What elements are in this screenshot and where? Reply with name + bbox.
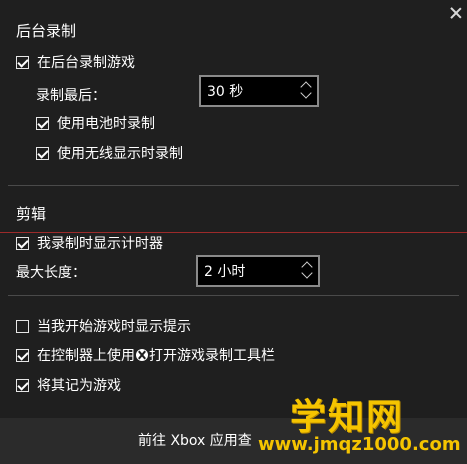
record-last-spinner[interactable]: 30 秒 xyxy=(199,75,319,107)
record-last-value: 30 秒 xyxy=(207,84,244,100)
section-title-clip: 剪辑 xyxy=(16,205,47,223)
max-length-label: 最大长度： xyxy=(16,265,86,281)
record-last-label: 录制最后： xyxy=(36,88,106,104)
go-to-xbox-app-button[interactable]: 前往 Xbox 应用查 xyxy=(138,430,252,450)
checkbox-icon[interactable] xyxy=(16,236,29,250)
remember-as-game-label: 将其记为游戏 xyxy=(37,378,121,394)
record-on-battery-label: 使用电池时录制 xyxy=(57,116,155,132)
close-icon[interactable] xyxy=(449,6,463,20)
section-title-background: 后台录制 xyxy=(16,22,77,40)
max-length-spinner[interactable]: 2 小时 xyxy=(196,255,320,287)
record-on-battery-checkbox[interactable]: 使用电池时录制 xyxy=(36,113,155,133)
max-length-value: 2 小时 xyxy=(204,264,246,280)
remember-as-game-checkbox[interactable]: 将其记为游戏 xyxy=(16,375,121,395)
checkbox-icon[interactable] xyxy=(16,55,29,69)
spin-arrows[interactable] xyxy=(300,80,313,102)
show-timer-label: 我录制时显示计时器 xyxy=(37,236,163,252)
checkbox-icon[interactable] xyxy=(16,348,29,362)
spin-arrows[interactable] xyxy=(301,260,314,282)
checkbox-icon[interactable] xyxy=(16,378,29,392)
divider xyxy=(8,295,459,296)
show-tips-checkbox[interactable]: 当我开始游戏时显示提示 xyxy=(16,316,191,336)
controller-open-label-before: 在控制器上使用 xyxy=(37,348,135,364)
show-timer-checkbox[interactable]: 我录制时显示计时器 xyxy=(16,233,163,253)
checkbox-icon[interactable] xyxy=(16,319,29,333)
checkbox-icon[interactable] xyxy=(36,146,49,160)
bottom-bar: 前往 Xbox 应用查 xyxy=(0,418,467,464)
record-in-background-label: 在后台录制游戏 xyxy=(37,55,135,71)
controller-open-label-after: 打开游戏录制工具栏 xyxy=(149,348,275,364)
controller-open-checkbox[interactable]: 在控制器上使用 打开游戏录制工具栏 xyxy=(16,345,275,365)
divider xyxy=(8,185,459,186)
checkbox-icon[interactable] xyxy=(36,116,49,130)
show-tips-label: 当我开始游戏时显示提示 xyxy=(37,319,191,335)
record-on-wireless-label: 使用无线显示时录制 xyxy=(57,146,183,162)
record-in-background-checkbox[interactable]: 在后台录制游戏 xyxy=(16,52,135,72)
record-on-wireless-checkbox[interactable]: 使用无线显示时录制 xyxy=(36,143,183,163)
xbox-icon xyxy=(136,349,148,361)
